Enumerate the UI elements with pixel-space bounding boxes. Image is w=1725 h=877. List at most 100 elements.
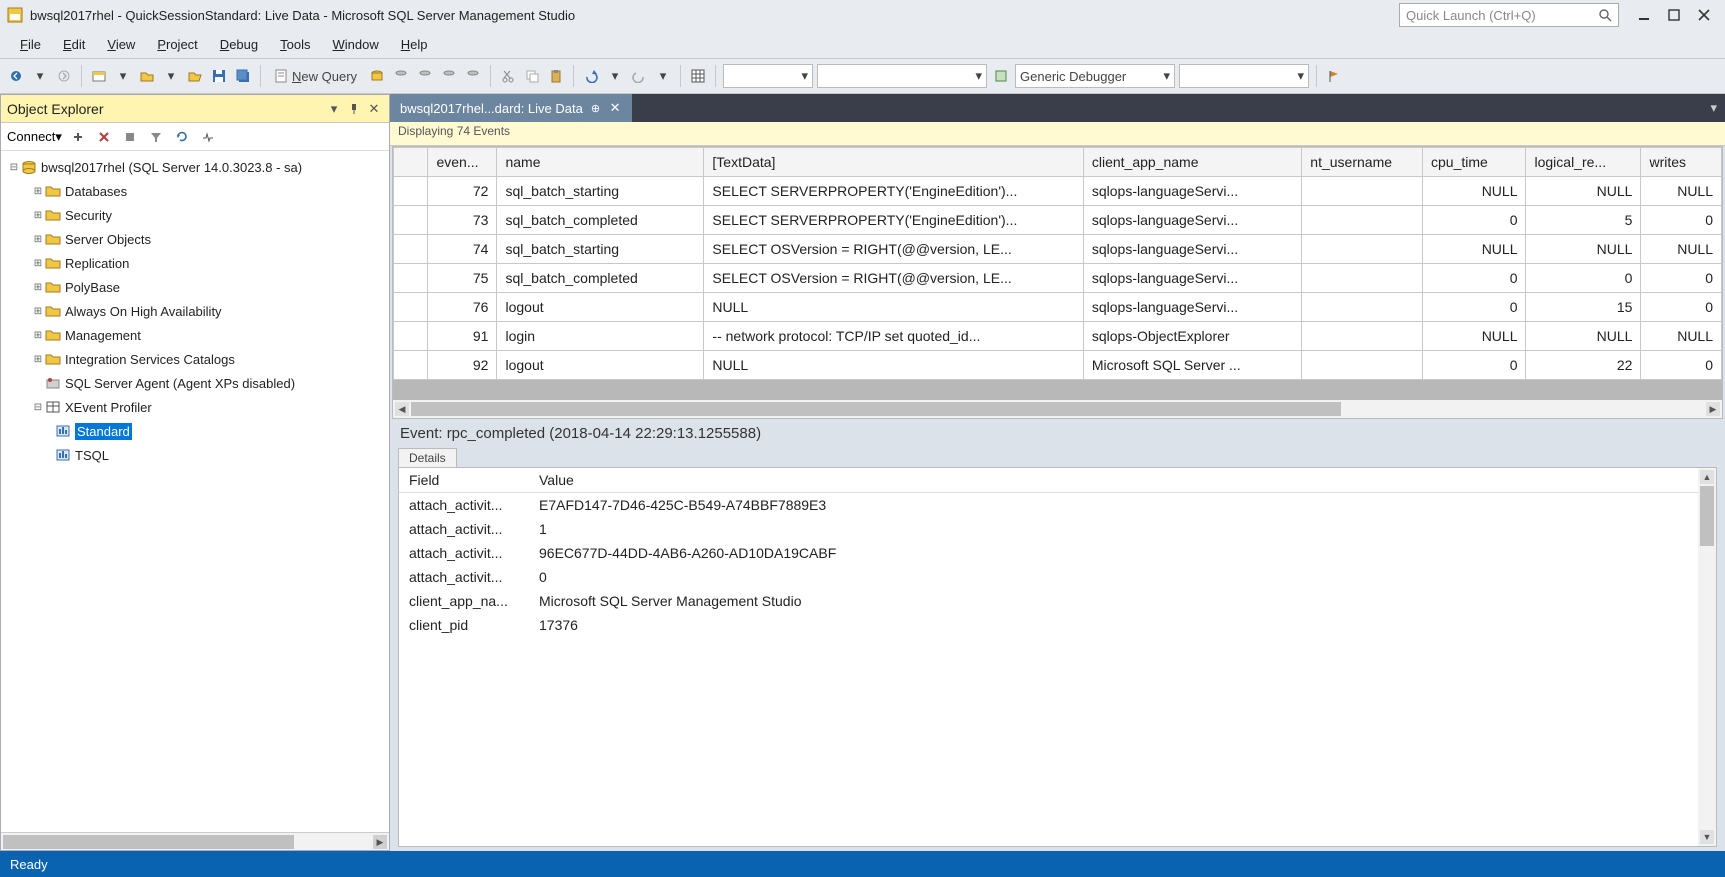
connect-button[interactable]: Connect▾ [7, 129, 62, 145]
details-row[interactable]: client_pid17376 [399, 613, 1716, 637]
table-row[interactable]: 75sql_batch_completedSELECT OSVersion = … [394, 264, 1722, 293]
menu-file[interactable]: File [10, 35, 51, 54]
scroll-up-icon[interactable]: ▲ [1700, 470, 1714, 484]
details-vscrollbar[interactable]: ▲ ▼ [1698, 468, 1716, 846]
tree-folder[interactable]: ⊞Databases [3, 179, 387, 203]
nav-forward-button[interactable] [54, 64, 74, 88]
close-icon[interactable]: ✕ [365, 100, 383, 118]
details-row[interactable]: attach_activit...1 [399, 517, 1716, 541]
table-row[interactable]: 72sql_batch_startingSELECT SERVERPROPERT… [394, 177, 1722, 206]
quick-launch-input[interactable]: Quick Launch (Ctrl+Q) [1399, 3, 1619, 27]
debugger-icon[interactable] [991, 64, 1011, 88]
tree-agent[interactable]: SQL Server Agent (Agent XPs disabled) [3, 371, 387, 395]
chevron-down-icon[interactable]: ▾ [30, 64, 50, 88]
menu-edit[interactable]: Edit [53, 35, 95, 54]
tree-tsql[interactable]: TSQL [3, 443, 387, 467]
scroll-left-icon[interactable]: ◀ [395, 402, 409, 416]
details-row[interactable]: attach_activit...E7AFD147-7D46-425C-B549… [399, 493, 1716, 518]
tree-xevent[interactable]: ⊟ XEvent Profiler [3, 395, 387, 419]
menu-help[interactable]: Help [391, 35, 438, 54]
menu-project[interactable]: Project [147, 35, 207, 54]
filter-icon[interactable] [146, 125, 166, 149]
new-query-button[interactable]: New Query [268, 64, 363, 88]
expand-icon[interactable]: ⊞ [31, 234, 45, 245]
db-query-icon-1[interactable] [367, 64, 387, 88]
expand-icon[interactable]: ⊞ [31, 330, 45, 341]
scroll-down-icon[interactable]: ▼ [1700, 830, 1714, 844]
collapse-icon[interactable]: ⊟ [7, 162, 21, 173]
scroll-right-icon[interactable]: ▶ [373, 835, 387, 849]
grid-column-header[interactable]: nt_username [1302, 148, 1423, 177]
grid-column-header[interactable]: name [497, 148, 704, 177]
details-row[interactable]: attach_activit...96EC677D-44DD-4AB6-A260… [399, 541, 1716, 565]
details-row[interactable]: attach_activit...0 [399, 565, 1716, 589]
toolbar-combo-2[interactable]: ▾ [817, 64, 987, 88]
copy-button[interactable] [522, 64, 542, 88]
chevron-down-icon[interactable]: ▾ [653, 64, 673, 88]
scroll-right-icon[interactable]: ▶ [1706, 402, 1720, 416]
grid-column-header[interactable]: even... [428, 148, 497, 177]
grid-icon[interactable] [688, 64, 708, 88]
table-row[interactable]: 74sql_batch_startingSELECT OSVersion = R… [394, 235, 1722, 264]
menu-tools[interactable]: Tools [270, 35, 320, 54]
paste-button[interactable] [546, 64, 566, 88]
grid-column-header[interactable]: client_app_name [1083, 148, 1301, 177]
tree-root[interactable]: ⊟ bwsql2017rhel (SQL Server 14.0.3023.8 … [3, 155, 387, 179]
table-row[interactable]: 92logoutNULLMicrosoft SQL Server ...0220 [394, 351, 1722, 380]
events-grid[interactable]: even...name[TextData]client_app_nament_u… [392, 146, 1723, 419]
disconnect-icon[interactable] [68, 125, 88, 149]
tree-folder[interactable]: ⊞Server Objects [3, 227, 387, 251]
new-project-button[interactable] [89, 64, 109, 88]
debugger-combo[interactable]: Generic Debugger▾ [1015, 64, 1175, 88]
pin-icon[interactable]: ⊕ [591, 102, 600, 115]
live-data-tab[interactable]: bwsql2017rhel...dard: Live Data ⊕ ✕ [390, 94, 632, 122]
chevron-down-icon[interactable]: ▾ [161, 64, 181, 88]
details-col-field[interactable]: Field [399, 468, 529, 493]
details-col-value[interactable]: Value [529, 468, 1716, 493]
redo-button[interactable] [629, 64, 649, 88]
maximize-button[interactable] [1659, 3, 1689, 27]
grid-column-header[interactable]: writes [1641, 148, 1722, 177]
tabs-dropdown-icon[interactable]: ▾ [1702, 100, 1725, 116]
table-row[interactable]: 76logoutNULLsqlops-languageServi...0150 [394, 293, 1722, 322]
open-button[interactable] [137, 64, 157, 88]
close-icon[interactable]: ✕ [608, 101, 622, 115]
expand-icon[interactable]: ⊞ [31, 258, 45, 269]
object-explorer-hscrollbar[interactable]: ▶ [1, 832, 389, 850]
activity-icon[interactable] [198, 125, 218, 149]
db-query-icon-3[interactable] [415, 64, 435, 88]
object-tree[interactable]: ⊟ bwsql2017rhel (SQL Server 14.0.3023.8 … [1, 151, 389, 832]
expand-icon[interactable]: ⊞ [31, 210, 45, 221]
toolbar-combo-3[interactable]: ▾ [1179, 64, 1309, 88]
expand-icon[interactable]: ⊞ [31, 354, 45, 365]
table-row[interactable]: 91login-- network protocol: TCP/IP set q… [394, 322, 1722, 351]
stop-icon[interactable] [120, 125, 140, 149]
grid-column-header[interactable]: logical_re... [1526, 148, 1641, 177]
refresh-icon[interactable] [172, 125, 192, 149]
tree-folder[interactable]: ⊞PolyBase [3, 275, 387, 299]
table-row[interactable]: 73sql_batch_completedSELECT SERVERPROPER… [394, 206, 1722, 235]
folder-open-icon[interactable] [185, 64, 205, 88]
grid-column-header[interactable]: cpu_time [1423, 148, 1526, 177]
tree-folder[interactable]: ⊞Always On High Availability [3, 299, 387, 323]
tree-standard[interactable]: Standard [3, 419, 387, 443]
grid-column-header[interactable]: [TextData] [704, 148, 1083, 177]
save-button[interactable] [209, 64, 229, 88]
pin-icon[interactable] [345, 100, 363, 118]
toolbar-combo-1[interactable]: ▾ [723, 64, 813, 88]
panel-dropdown-icon[interactable]: ▾ [325, 100, 343, 118]
expand-icon[interactable]: ⊞ [31, 186, 45, 197]
cut-button[interactable] [498, 64, 518, 88]
details-tab[interactable]: Details [398, 448, 457, 467]
tree-folder[interactable]: ⊞Management [3, 323, 387, 347]
details-row[interactable]: client_app_na...Microsoft SQL Server Man… [399, 589, 1716, 613]
db-query-icon-2[interactable] [391, 64, 411, 88]
db-query-icon-5[interactable] [463, 64, 483, 88]
undo-button[interactable] [581, 64, 601, 88]
minimize-button[interactable] [1629, 3, 1659, 27]
expand-icon[interactable]: ⊞ [31, 306, 45, 317]
nav-back-button[interactable] [6, 64, 26, 88]
disconnect-x-icon[interactable] [94, 125, 114, 149]
chevron-down-icon[interactable]: ▾ [113, 64, 133, 88]
tree-folder[interactable]: ⊞Integration Services Catalogs [3, 347, 387, 371]
